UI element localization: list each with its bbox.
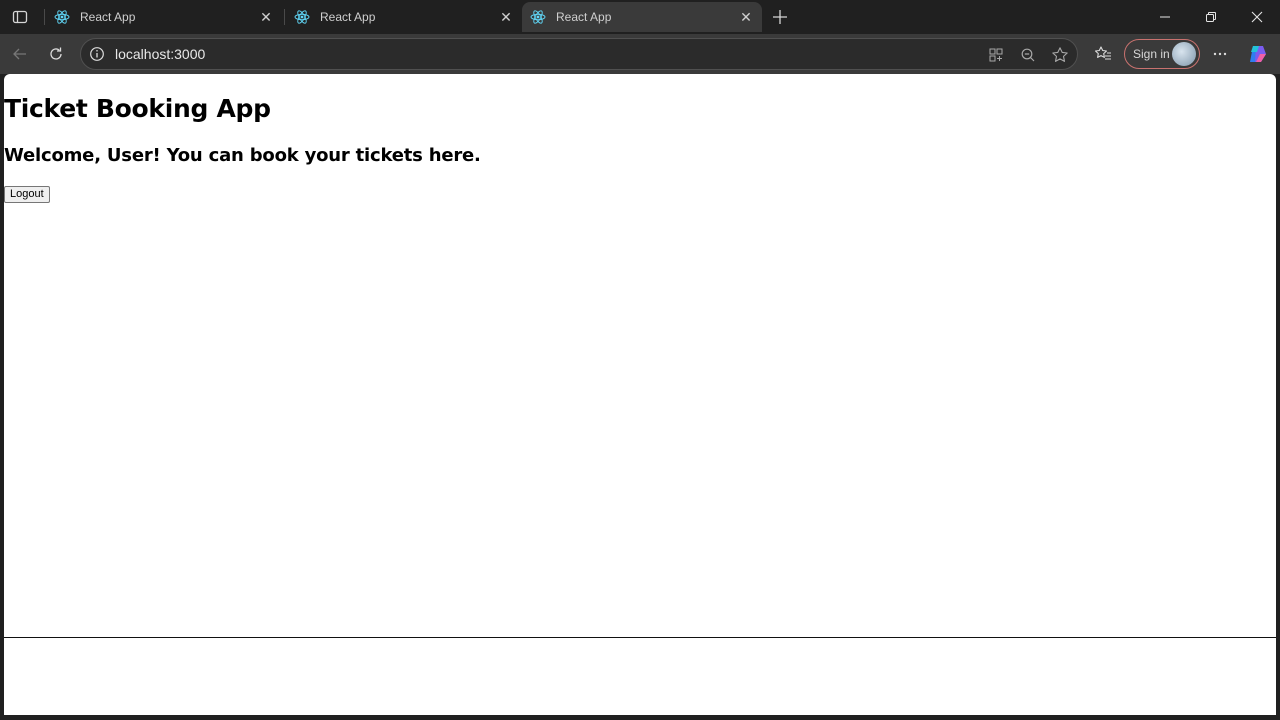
address-url[interactable]: localhost:3000 (115, 46, 205, 62)
page-title: Ticket Booking App (4, 94, 271, 123)
tab-separator (44, 9, 45, 25)
react-favicon-icon (530, 10, 546, 24)
favorites-icon (1094, 46, 1111, 60)
tab-title: React App (320, 10, 376, 24)
restore-button[interactable] (1188, 0, 1234, 34)
more-dots-icon (1213, 52, 1227, 56)
refresh-button[interactable] (42, 40, 70, 68)
browser-toolbar: localhost:3000 Sign in (0, 34, 1280, 74)
favorites-button[interactable] (1089, 40, 1117, 68)
page-viewport: Ticket Booking App Welcome, User! You ca… (4, 74, 1276, 715)
tab-title: React App (80, 10, 136, 24)
tab-close-icon[interactable]: ✕ (498, 9, 514, 25)
window-bottom-edge (0, 715, 1280, 720)
minimize-button[interactable] (1142, 0, 1188, 34)
tab-react-app-1[interactable]: React App ✕ (46, 2, 282, 32)
avatar (1172, 42, 1196, 66)
site-info-icon[interactable] (89, 46, 105, 62)
tab-react-app-3[interactable]: React App ✕ (522, 2, 762, 32)
tab-close-icon[interactable]: ✕ (258, 9, 274, 25)
zoom-out-icon[interactable] (1017, 44, 1039, 66)
welcome-message: Welcome, User! You can book your tickets… (4, 145, 481, 166)
react-favicon-icon (294, 10, 310, 24)
sign-in-button[interactable]: Sign in (1124, 39, 1200, 69)
react-favicon-icon (54, 10, 70, 24)
close-icon (1251, 11, 1263, 23)
logout-button[interactable]: Logout (4, 186, 50, 203)
close-window-button[interactable] (1234, 0, 1280, 34)
address-bar[interactable]: localhost:3000 (80, 38, 1078, 70)
minimize-icon (1160, 16, 1170, 18)
copilot-icon (1250, 46, 1266, 62)
restore-icon (1206, 12, 1216, 22)
tab-close-icon[interactable]: ✕ (738, 9, 754, 25)
tab-strip: React App ✕ React App ✕ React App ✕ (0, 0, 1280, 34)
tab-actions-icon (12, 10, 28, 24)
divider (4, 637, 1276, 638)
favorite-star-icon[interactable] (1049, 44, 1071, 66)
tab-title: React App (556, 10, 612, 24)
new-tab-button[interactable] (768, 5, 792, 29)
sign-in-label: Sign in (1133, 47, 1170, 61)
tab-actions-button[interactable] (8, 6, 32, 28)
back-arrow-icon (13, 48, 26, 60)
tab-react-app-2[interactable]: React App ✕ (286, 2, 522, 32)
plus-icon (773, 10, 787, 24)
refresh-icon (50, 47, 62, 60)
copilot-button[interactable] (1244, 40, 1272, 68)
tab-separator (284, 9, 285, 25)
app-available-icon[interactable] (985, 44, 1007, 66)
settings-more-button[interactable] (1206, 40, 1234, 68)
back-button[interactable] (6, 40, 34, 68)
